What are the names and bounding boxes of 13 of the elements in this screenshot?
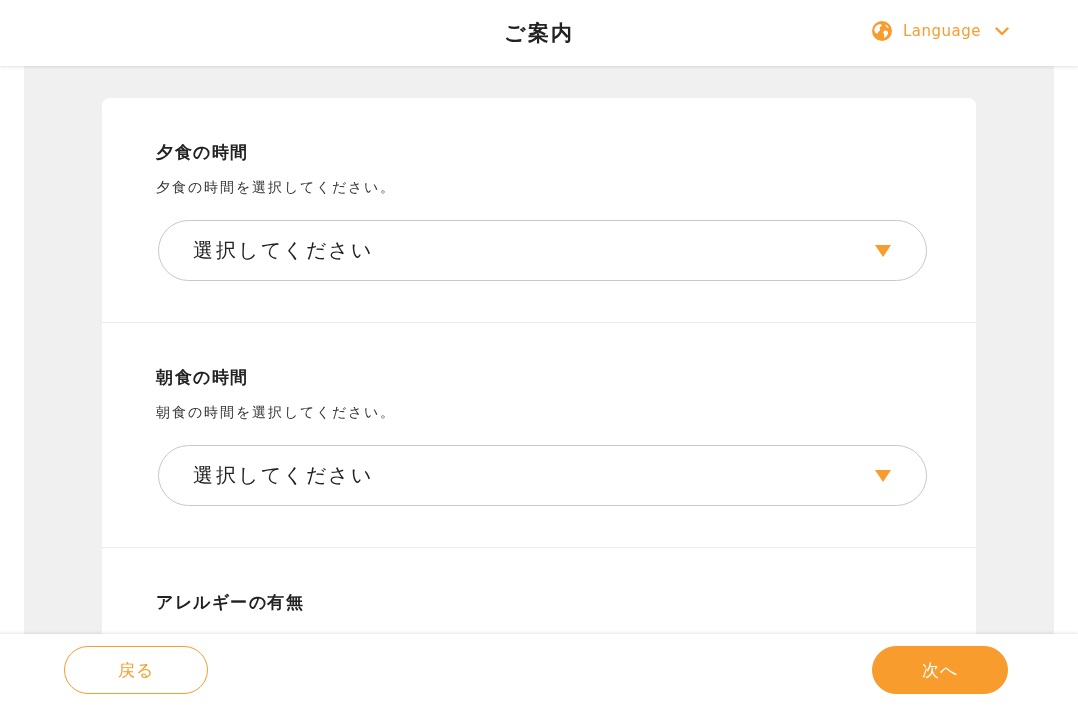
page-title: ご案内	[504, 20, 574, 47]
section-title: 夕食の時間	[156, 141, 250, 163]
language-button[interactable]: Language	[872, 20, 1010, 42]
next-button[interactable]: 次へ	[872, 646, 1008, 694]
back-button[interactable]: 戻る	[64, 646, 208, 694]
section-description: 夕食の時間を選択してください。	[156, 178, 397, 197]
section-description: 朝食の時間を選択してください。	[156, 403, 397, 422]
section-title: アレルギーの有無	[156, 591, 305, 613]
chevron-down-icon	[995, 26, 1010, 36]
section-title: 朝食の時間	[156, 366, 250, 388]
globe-icon	[872, 21, 892, 41]
caret-down-icon	[875, 244, 891, 257]
caret-down-icon	[875, 469, 891, 482]
